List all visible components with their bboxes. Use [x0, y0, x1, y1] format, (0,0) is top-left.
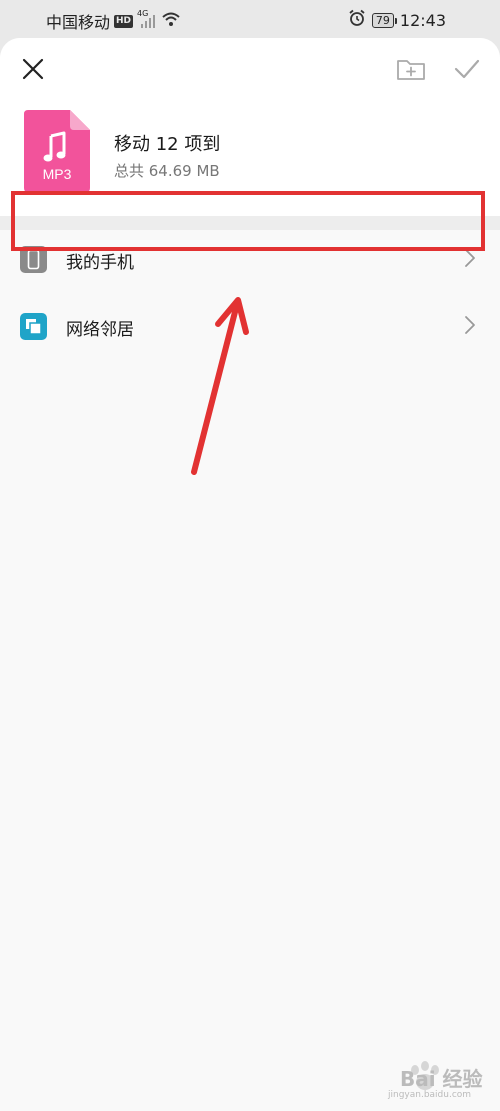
- confirm-button[interactable]: [452, 54, 482, 84]
- status-bar: 中国移动 HD 4G 79 12:43: [0, 0, 500, 38]
- wifi-icon: [161, 11, 181, 31]
- new-folder-button[interactable]: [395, 54, 427, 84]
- location-item-network-neighborhood[interactable]: 网络邻居: [0, 295, 500, 357]
- location-item-my-phone[interactable]: 我的手机: [0, 228, 500, 290]
- mp3-file-thumbnail: MP3: [24, 110, 90, 192]
- close-button[interactable]: [18, 54, 48, 84]
- phone-icon: [20, 246, 47, 273]
- status-right: 79 12:43: [348, 9, 446, 31]
- move-title: 移动 12 项到: [114, 134, 221, 155]
- chevron-right-icon: [465, 316, 475, 334]
- checkmark-icon: [454, 59, 480, 79]
- clock: 12:43: [399, 10, 446, 30]
- hd-badge: HD: [114, 14, 134, 28]
- signal-icon: 4G: [137, 9, 157, 29]
- chevron-right-icon: [465, 249, 475, 267]
- alarm-icon: [348, 9, 366, 31]
- battery-indicator: 79: [371, 12, 397, 28]
- network-neighborhood-icon: [20, 313, 47, 340]
- move-to-sheet: MP3 移动 12 项到 总共 64.69 MB 我的手机 网络邻居: [0, 38, 500, 1111]
- carrier-name: 中国移动: [46, 13, 111, 32]
- network-type-label: 4G: [137, 9, 149, 18]
- location-label: 网络邻居: [66, 320, 134, 340]
- location-label: 我的手机: [66, 253, 134, 273]
- file-type-label: MP3: [42, 166, 72, 182]
- watermark-url: jingyan.baidu.com: [388, 1090, 472, 1100]
- total-size: 总共 64.69 MB: [114, 162, 220, 180]
- status-left: 中国移动 HD 4G: [46, 9, 181, 33]
- new-folder-icon: [397, 60, 425, 80]
- close-icon: [22, 58, 44, 80]
- sheet-header: MP3 移动 12 项到 总共 64.69 MB: [0, 38, 500, 216]
- watermark-brand: Bai 经验: [400, 1067, 483, 1091]
